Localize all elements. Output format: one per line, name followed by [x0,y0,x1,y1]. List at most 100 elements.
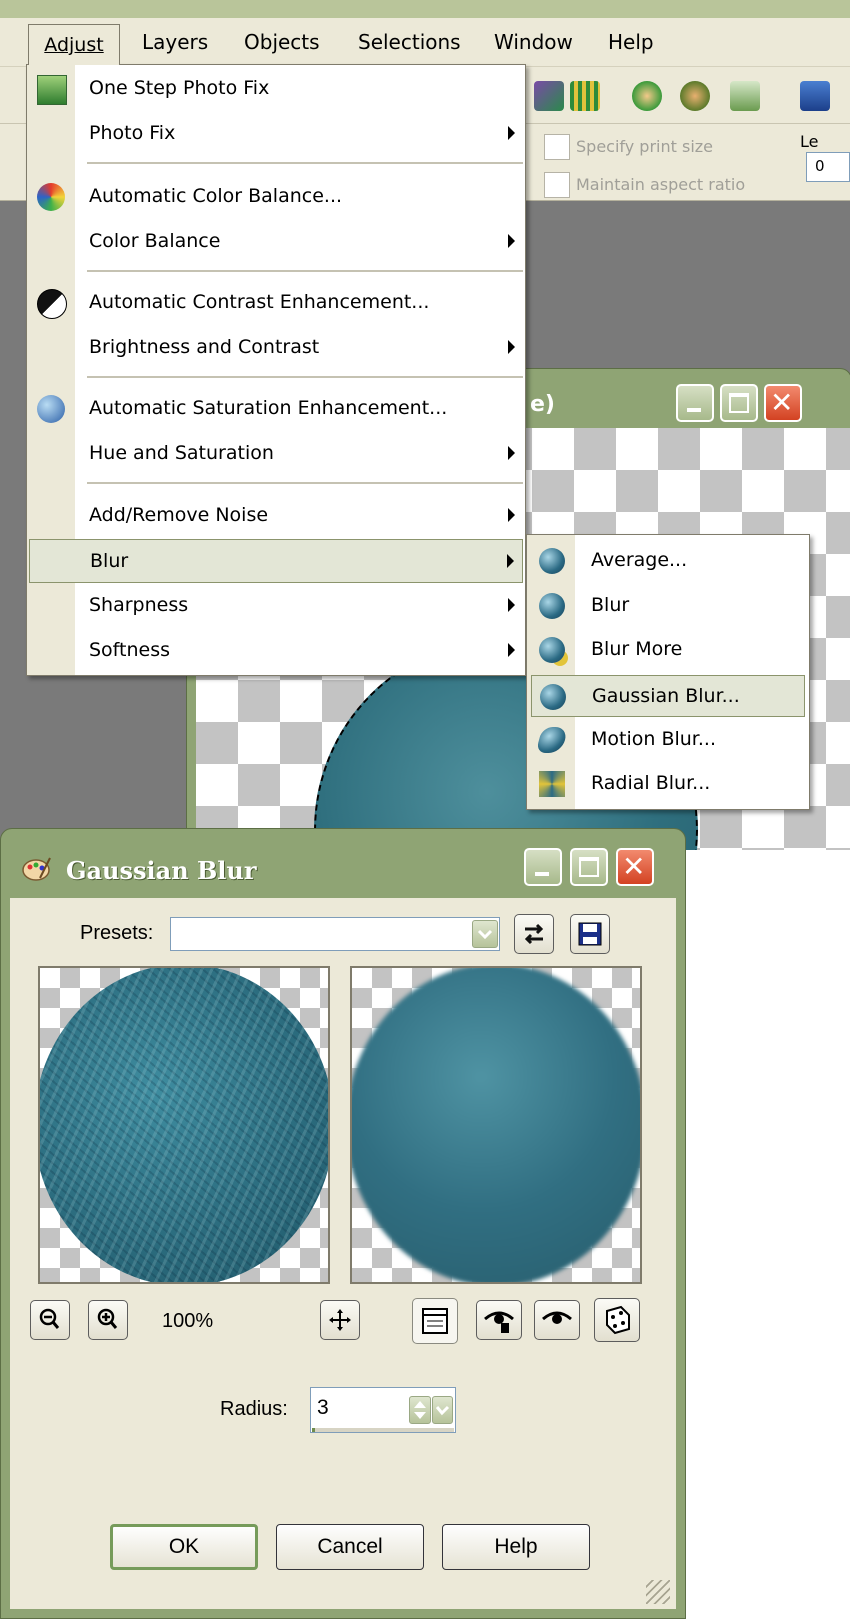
submenu-arrow-icon [507,554,514,568]
radius-label: Radius: [220,1398,288,1420]
preview-on-image-toggle[interactable] [412,1298,458,1344]
menu-adjust[interactable]: Adjust [28,24,120,65]
dialog-title: Gaussian Blur [66,856,257,885]
submenu-arrow-icon [508,234,515,248]
menu-help[interactable]: Help [608,29,654,55]
menu-objects[interactable]: Objects [244,29,320,55]
submenu-item-blur[interactable]: Blur [531,585,805,627]
original-preview[interactable] [38,966,330,1284]
left-field-input[interactable]: 0 [806,152,850,182]
title-bar-strip [0,0,850,18]
saturation-icon [37,395,65,423]
menu-item-automatic-color-balance[interactable]: Automatic Color Balance... [29,175,523,219]
menu-item-label: Softness [89,639,171,661]
menu-window[interactable]: Window [494,29,573,55]
menu-item-label: Sharpness [89,594,189,616]
menu-item-label: Add/Remove Noise [89,504,269,526]
menu-item-blur[interactable]: Blur [29,539,523,583]
radius-spinner[interactable] [409,1396,453,1424]
radius-field[interactable]: 3 [310,1387,456,1433]
menu-item-label: Automatic Saturation Enhancement... [89,397,448,419]
proof-button[interactable] [476,1300,522,1340]
dialog-maximize-button[interactable] [570,848,608,886]
submenu-item-gaussian-blur[interactable]: Gaussian Blur... [531,675,805,717]
picture-frame-icon[interactable] [730,81,760,111]
minimize-icon [687,408,701,412]
submenu-item-blur-more[interactable]: Blur More [531,629,805,671]
submenu-item-radial-blur[interactable]: Radial Blur... [531,763,805,805]
menu-item-brightness-and-contrast[interactable]: Brightness and Contrast [29,326,523,370]
dice-icon [606,1305,630,1335]
spinner-up-down-icon[interactable] [409,1396,431,1424]
blurred-image [352,968,640,1282]
radius-input[interactable]: 3 [317,1396,329,1420]
maximize-icon [729,393,749,413]
dialog-close-button[interactable]: ✕ [616,848,654,886]
close-icon: ✕ [770,386,794,419]
person-outline-icon[interactable] [680,81,710,111]
menu-separator [87,162,523,164]
zoom-in-button[interactable] [88,1300,128,1340]
radius-slider-track[interactable] [312,1428,454,1432]
menu-item-hue-and-saturation[interactable]: Hue and Saturation [29,432,523,476]
pan-button[interactable] [320,1300,360,1340]
radius-slider-fill [312,1428,315,1432]
cancel-button[interactable]: Cancel [276,1524,424,1570]
menu-item-label: Blur [90,550,129,572]
chevron-down-icon[interactable] [432,1396,453,1424]
submenu-item-motion-blur[interactable]: Motion Blur... [531,719,805,761]
menu-layers[interactable]: Layers [142,29,208,55]
reset-arrows-icon [524,923,544,945]
menu-item-color-balance[interactable]: Color Balance [29,220,523,264]
zoom-out-button[interactable] [30,1300,70,1340]
menu-separator [87,270,523,272]
image-minimize-button[interactable] [676,384,714,422]
presets-dropdown[interactable] [170,917,500,951]
dialog-minimize-button[interactable] [524,848,562,886]
eye-icon [542,1311,572,1324]
image-close-button[interactable]: ✕ [764,384,802,422]
portrait-icon[interactable] [534,81,564,111]
submenu-item-label: Average... [591,549,688,571]
menu-selections[interactable]: Selections [358,29,461,55]
radial-blur-icon [539,771,565,797]
menu-item-label: One Step Photo Fix [89,77,270,99]
submenu-item-label: Blur More [591,638,683,660]
menu-item-label: Hue and Saturation [89,442,274,464]
submenu-item-label: Gaussian Blur... [592,685,740,707]
maintain-aspect-ratio-checkbox[interactable] [544,172,570,198]
eye-proof-icon [484,1311,514,1333]
menu-item-automatic-saturation-enhancement[interactable]: Automatic Saturation Enhancement... [29,387,523,431]
save-preset-button[interactable] [570,914,610,954]
menu-item-one-step-photo-fix[interactable]: One Step Photo Fix [29,67,523,111]
jpeg-export-icon[interactable] [800,81,830,111]
resize-grip-icon[interactable] [646,1580,670,1604]
menu-item-automatic-contrast-enhancement[interactable]: Automatic Contrast Enhancement... [29,281,523,325]
result-preview[interactable] [350,966,642,1284]
specify-print-size-label: Specify print size [576,137,714,156]
specify-print-size-checkbox[interactable] [544,134,570,160]
menu-item-label: Color Balance [89,230,221,252]
menu-item-softness[interactable]: Softness [29,629,523,673]
help-button[interactable]: Help [442,1524,590,1570]
photo-fix-icon [37,75,67,105]
randomize-button[interactable] [594,1298,640,1342]
ok-button[interactable]: OK [110,1524,258,1570]
reset-preset-button[interactable] [514,914,554,954]
submenu-arrow-icon [508,126,515,140]
menu-item-label: Brightness and Contrast [89,336,320,358]
menu-item-sharpness[interactable]: Sharpness [29,584,523,628]
blur-submenu: Average... Blur Blur More Gaussian Blur.… [526,534,810,810]
person-icon[interactable] [632,81,662,111]
image-maximize-button[interactable] [720,384,758,422]
auto-proof-button[interactable] [534,1300,580,1340]
menu-item-label: Automatic Color Balance... [89,185,343,207]
presets-dropdown-button[interactable] [472,920,498,948]
submenu-arrow-icon [508,598,515,612]
zoom-level: 100% [162,1310,214,1332]
landscape-icon[interactable] [570,81,600,111]
menu-item-add-remove-noise[interactable]: Add/Remove Noise [29,494,523,538]
submenu-item-average[interactable]: Average... [531,540,805,582]
menu-item-photo-fix[interactable]: Photo Fix [29,112,523,156]
menu-item-label: Photo Fix [89,122,176,144]
